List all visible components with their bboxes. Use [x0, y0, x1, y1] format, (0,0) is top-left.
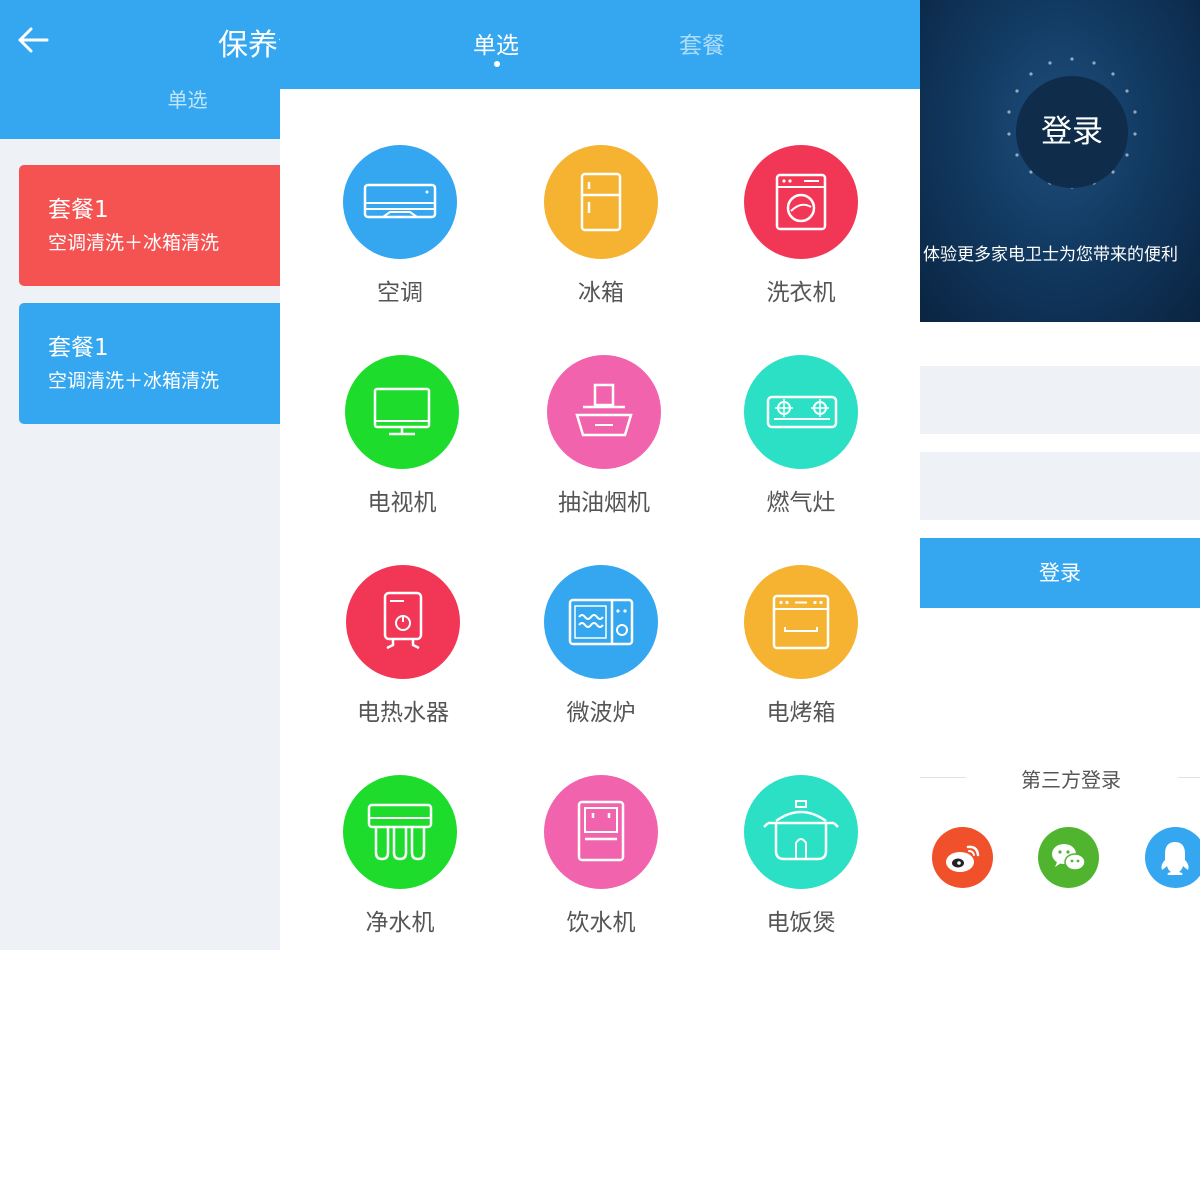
qq-icon	[1161, 842, 1189, 875]
icon-circle	[744, 145, 858, 259]
login-avatar-button[interactable]: 登录	[1016, 76, 1128, 188]
appliance-label: 饮水机	[566, 910, 636, 936]
oven-icon	[772, 594, 830, 650]
rice-cooker-icon	[763, 800, 839, 861]
wechat-login-button[interactable]	[1038, 827, 1099, 888]
icon-circle	[744, 565, 858, 679]
tab-single[interactable]: 单选	[473, 26, 519, 60]
tab-single[interactable]: 单选	[0, 84, 280, 113]
icon-circle	[346, 565, 460, 679]
active-tab-indicator	[494, 61, 500, 67]
icon-circle	[744, 775, 858, 889]
appliance-item-washing-machine[interactable]: 洗衣机	[701, 145, 901, 325]
weibo-login-button[interactable]	[932, 827, 993, 888]
third-party-login-label: 第三方登录	[1021, 768, 1121, 792]
screenshot-root: 保养清 单选 套餐1 空调清洗＋冰箱清洗 套餐1 空调清洗＋冰箱清洗 单选 套餐	[0, 0, 1200, 1177]
water-dispenser-icon	[577, 800, 625, 862]
appliance-label: 净水机	[365, 910, 435, 936]
appliance-screen: 单选 套餐 空调 冰箱 洗衣机 电视机 抽油烟机 燃气灶 电热水器 微波炉 电烤…	[280, 0, 920, 950]
package-card[interactable]: 套餐1 空调清洗＋冰箱清洗	[19, 165, 280, 286]
appliance-label: 洗衣机	[766, 280, 836, 306]
icon-circle	[547, 355, 661, 469]
gas-stove-icon	[766, 395, 838, 429]
appliance-item-water-heater[interactable]: 电热水器	[303, 565, 503, 745]
appliance-label: 空调	[377, 280, 423, 306]
back-button[interactable]	[14, 20, 54, 60]
tab-package[interactable]: 套餐	[679, 26, 725, 60]
refrigerator-icon	[580, 172, 622, 232]
login-banner: 登录 体验更多家电卫士为您带来的便利	[920, 0, 1200, 322]
login-screen: 登录 体验更多家电卫士为您带来的便利 登录 第三方登录	[920, 0, 1200, 1177]
arrow-left-icon	[18, 27, 49, 53]
package-card[interactable]: 套餐1 空调清洗＋冰箱清洗	[19, 303, 280, 424]
package-title: 套餐1	[48, 197, 109, 223]
username-input[interactable]	[920, 366, 1200, 434]
appliance-label: 电热水器	[357, 700, 449, 726]
appliance-item-water-dispenser[interactable]: 饮水机	[501, 775, 701, 955]
password-input[interactable]	[920, 452, 1200, 520]
microwave-icon	[568, 598, 634, 646]
qq-login-button[interactable]	[1145, 827, 1200, 888]
appliance-label: 电饭煲	[766, 910, 836, 936]
divider-right	[1178, 777, 1200, 778]
appliance-item-tv[interactable]: 电视机	[302, 355, 502, 535]
appliance-label: 抽油烟机	[558, 490, 650, 516]
icon-circle	[343, 775, 457, 889]
icon-circle	[345, 355, 459, 469]
appliance-label: 电烤箱	[766, 700, 836, 726]
icon-circle	[544, 565, 658, 679]
appliance-label: 微波炉	[566, 700, 636, 726]
water-purifier-icon	[367, 803, 433, 861]
tv-icon	[373, 387, 431, 436]
appliance-label: 电视机	[367, 490, 437, 516]
appliance-item-water-purifier[interactable]: 净水机	[300, 775, 500, 955]
appliance-item-range-hood[interactable]: 抽油烟机	[504, 355, 704, 535]
package-header: 保养清 单选	[0, 0, 280, 139]
icon-circle	[544, 775, 658, 889]
appliance-item-oven[interactable]: 电烤箱	[701, 565, 901, 745]
package-desc: 空调清洗＋冰箱清洗	[48, 232, 220, 254]
appliance-item-microwave[interactable]: 微波炉	[501, 565, 701, 745]
wechat-icon	[1052, 844, 1086, 871]
appliance-item-air-conditioner[interactable]: 空调	[300, 145, 500, 325]
package-title: 套餐1	[48, 335, 109, 361]
login-slogan: 体验更多家电卫士为您带来的便利	[923, 245, 1178, 265]
appliance-header: 单选 套餐	[280, 0, 920, 89]
appliance-item-rice-cooker[interactable]: 电饭煲	[701, 775, 901, 955]
air-conditioner-icon	[363, 183, 437, 219]
appliance-item-gas-stove[interactable]: 燃气灶	[701, 355, 901, 535]
icon-circle	[343, 145, 457, 259]
range-hood-icon	[575, 383, 633, 437]
package-screen: 保养清 单选 套餐1 空调清洗＋冰箱清洗 套餐1 空调清洗＋冰箱清洗	[0, 0, 280, 950]
appliance-label: 冰箱	[578, 280, 624, 306]
icon-circle	[544, 145, 658, 259]
water-heater-icon	[383, 591, 423, 650]
appliance-label: 燃气灶	[766, 490, 836, 516]
appliance-item-refrigerator[interactable]: 冰箱	[501, 145, 701, 325]
washing-machine-icon	[775, 173, 827, 231]
weibo-icon	[946, 845, 980, 872]
icon-circle	[744, 355, 858, 469]
login-button[interactable]: 登录	[920, 538, 1200, 608]
page-title: 保养清	[218, 28, 280, 63]
package-desc: 空调清洗＋冰箱清洗	[48, 370, 220, 392]
